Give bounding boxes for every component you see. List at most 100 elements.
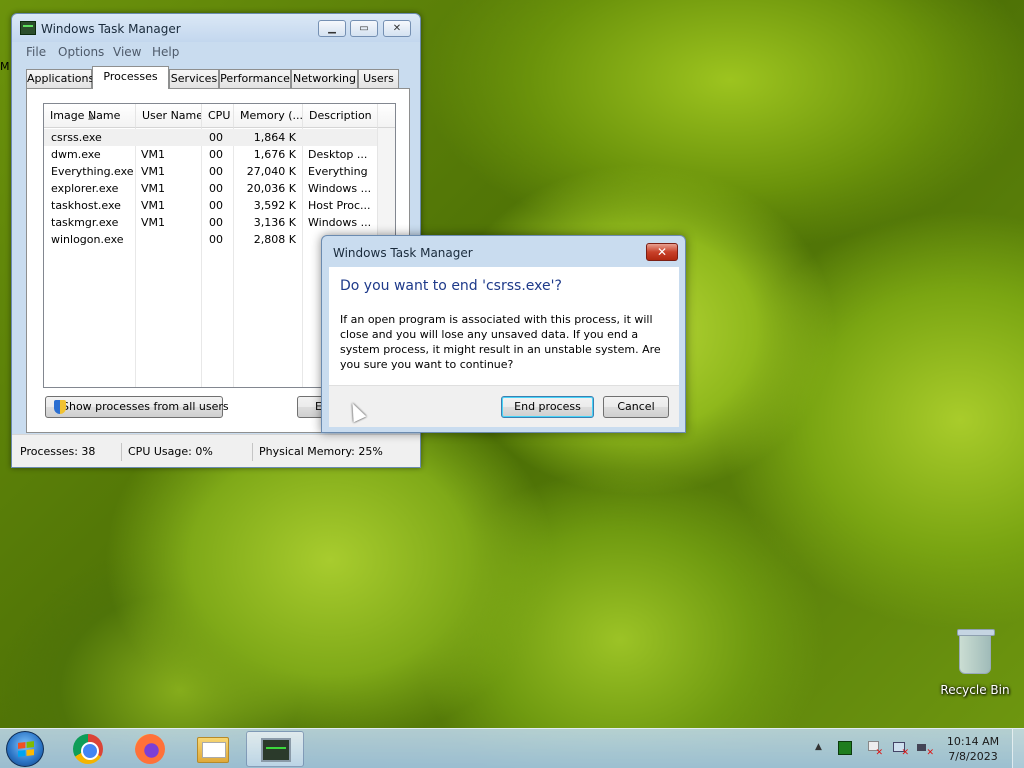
cell-image: Everything.exe [51,165,134,178]
column-image-name[interactable]: ▲ Image Name [44,104,136,128]
cell-cpu: 00 [209,182,223,195]
file-explorer-icon [197,737,229,763]
chrome-icon [73,734,103,764]
table-row[interactable]: explorer.exe VM1 00 20,036 K Windows ... [44,180,378,197]
menu-file[interactable]: File [26,45,46,59]
table-row[interactable]: Everything.exe VM1 00 27,040 K Everythin… [44,163,378,180]
cell-memory: 1,864 K [253,131,296,144]
uac-shield-icon [54,400,66,414]
maximize-button[interactable]: ▭ [350,20,378,37]
dialog-close-button[interactable]: ✕ [646,243,678,261]
menu-help[interactable]: Help [152,45,179,59]
close-button[interactable]: ✕ [383,20,411,37]
taskbar-file-explorer[interactable] [184,731,242,767]
confirm-end-process-button[interactable]: End process [501,396,594,418]
table-row[interactable]: csrss.exe 00 1,864 K [44,129,378,146]
cell-memory: 27,040 K [246,165,296,178]
recycle-bin[interactable]: Recycle Bin [940,629,1010,700]
cell-user: VM1 [141,216,166,229]
column-filler [378,104,395,128]
cell-description [308,129,374,146]
system-clock[interactable]: 10:14 AM 7/8/2023 [940,734,1006,764]
dialog-title: Windows Task Manager [333,246,473,260]
show-all-processes-label: Show processes from all users [62,400,229,413]
clock-date: 7/8/2023 [948,750,998,763]
column-cpu[interactable]: CPU [202,104,234,128]
cell-cpu: 00 [209,131,223,144]
windows-logo-icon [18,741,34,757]
cell-user: VM1 [141,165,166,178]
cell-cpu: 00 [209,233,223,246]
cell-user [141,231,199,248]
cell-user [141,129,199,146]
minimize-button[interactable]: ▁ [318,20,346,37]
cell-memory: 1,676 K [253,148,296,161]
desktop-partial-label: M [0,60,10,73]
status-physical-memory: Physical Memory: 25% [252,443,412,461]
cell-description: Desktop ... [308,148,368,161]
cell-image: dwm.exe [51,148,101,161]
table-row[interactable]: dwm.exe VM1 00 1,676 K Desktop ... [44,146,378,163]
cell-image: taskhost.exe [51,199,121,212]
title-bar[interactable]: Windows Task Manager ▁ ▭ ✕ [12,14,420,42]
action-center-flag-icon[interactable] [866,741,883,758]
cell-cpu: 00 [209,165,223,178]
taskbar-task-manager[interactable] [246,731,304,767]
start-button[interactable] [6,731,44,767]
cancel-button[interactable]: Cancel [603,396,669,418]
cell-memory: 3,136 K [253,216,296,229]
dialog-message: If an open program is associated with th… [340,313,661,371]
cell-image: explorer.exe [51,182,119,195]
cell-image: winlogon.exe [51,233,124,246]
network-icon[interactable] [892,741,909,758]
tab-performance[interactable]: Performance [219,69,291,88]
task-manager-app-icon [20,21,36,35]
tab-networking[interactable]: Networking [291,69,358,88]
taskbar-firefox[interactable] [121,731,179,767]
dialog-footer: End process Cancel [329,385,679,427]
show-desktop-button[interactable] [1012,729,1024,768]
window-title: Windows Task Manager [41,22,181,36]
tab-applications[interactable]: Applications [26,69,94,88]
tab-processes[interactable]: Processes [92,66,169,89]
cell-description: Everything [308,165,368,178]
tab-users[interactable]: Users [358,69,399,88]
task-manager-icon [261,738,291,762]
cell-description: Windows ... [308,182,372,195]
dialog-heading: Do you want to end 'csrss.exe'? [340,278,562,294]
volume-muted-icon[interactable] [917,741,934,758]
cell-description: Host Proc... [308,199,371,212]
recycle-bin-label: Recycle Bin [940,683,1010,697]
show-hidden-icons-chevron-icon[interactable]: ▲ [815,742,822,752]
recycle-bin-icon [957,629,995,674]
column-user-name[interactable]: User Name [136,104,202,128]
table-row[interactable]: taskhost.exe VM1 00 3,592 K Host Proc... [44,197,378,214]
cell-memory: 2,808 K [253,233,296,246]
status-cpu-usage: CPU Usage: 0% [121,443,252,461]
clock-time: 10:14 AM [946,735,1000,748]
status-processes: Processes: 38 [20,445,96,458]
cell-image: csrss.exe [51,131,102,144]
cell-description: Windows ... [308,216,372,229]
cell-cpu: 00 [209,199,223,212]
tray-app-icon[interactable] [838,741,852,755]
menu-bar: File Options View Help [12,42,420,62]
cell-user: VM1 [141,148,166,161]
cell-cpu: 00 [209,216,223,229]
menu-options[interactable]: Options [58,45,104,59]
taskbar: ▲ 10:14 AM 7/8/2023 [0,728,1024,768]
firefox-icon [135,734,165,764]
column-description[interactable]: Description [303,104,378,128]
cell-user: VM1 [141,199,166,212]
cell-cpu: 00 [209,148,223,161]
taskbar-chrome[interactable] [59,731,117,767]
table-row[interactable]: taskmgr.exe VM1 00 3,136 K Windows ... [44,214,378,231]
sort-up-icon: ▲ [88,113,94,121]
tab-services[interactable]: Services [169,69,219,88]
menu-view[interactable]: View [113,45,141,59]
column-memory[interactable]: Memory (... [234,104,303,128]
cell-memory: 20,036 K [246,182,296,195]
dialog-body: Do you want to end 'csrss.exe'? If an op… [329,267,679,385]
end-process-dialog: Windows Task Manager ✕ Do you want to en… [321,235,686,433]
show-all-processes-button[interactable]: Show processes from all users [45,396,229,418]
